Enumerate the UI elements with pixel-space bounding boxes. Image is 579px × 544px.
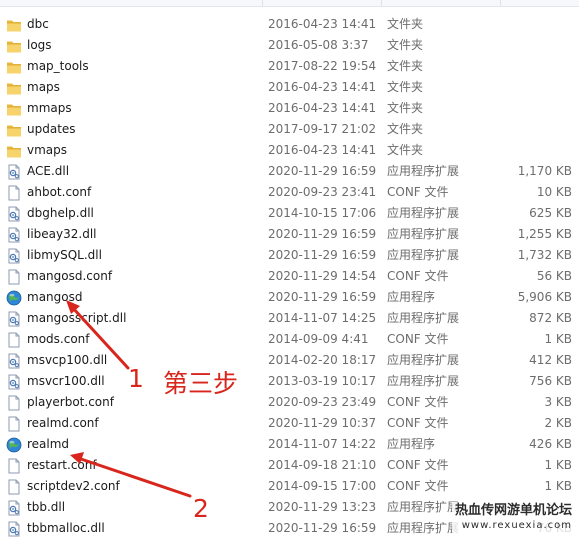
- watermark: 热血传网游单机论坛 www.rexuexia.com: [451, 502, 575, 534]
- annotation-arrow-1: [66, 300, 130, 370]
- watermark-line-1: 热血传网游单机论坛: [454, 503, 572, 518]
- annotation-arrows: [66, 300, 192, 498]
- annotation-arrow-2: [70, 452, 192, 498]
- watermark-line-2: www.rexuexia.com: [461, 520, 572, 531]
